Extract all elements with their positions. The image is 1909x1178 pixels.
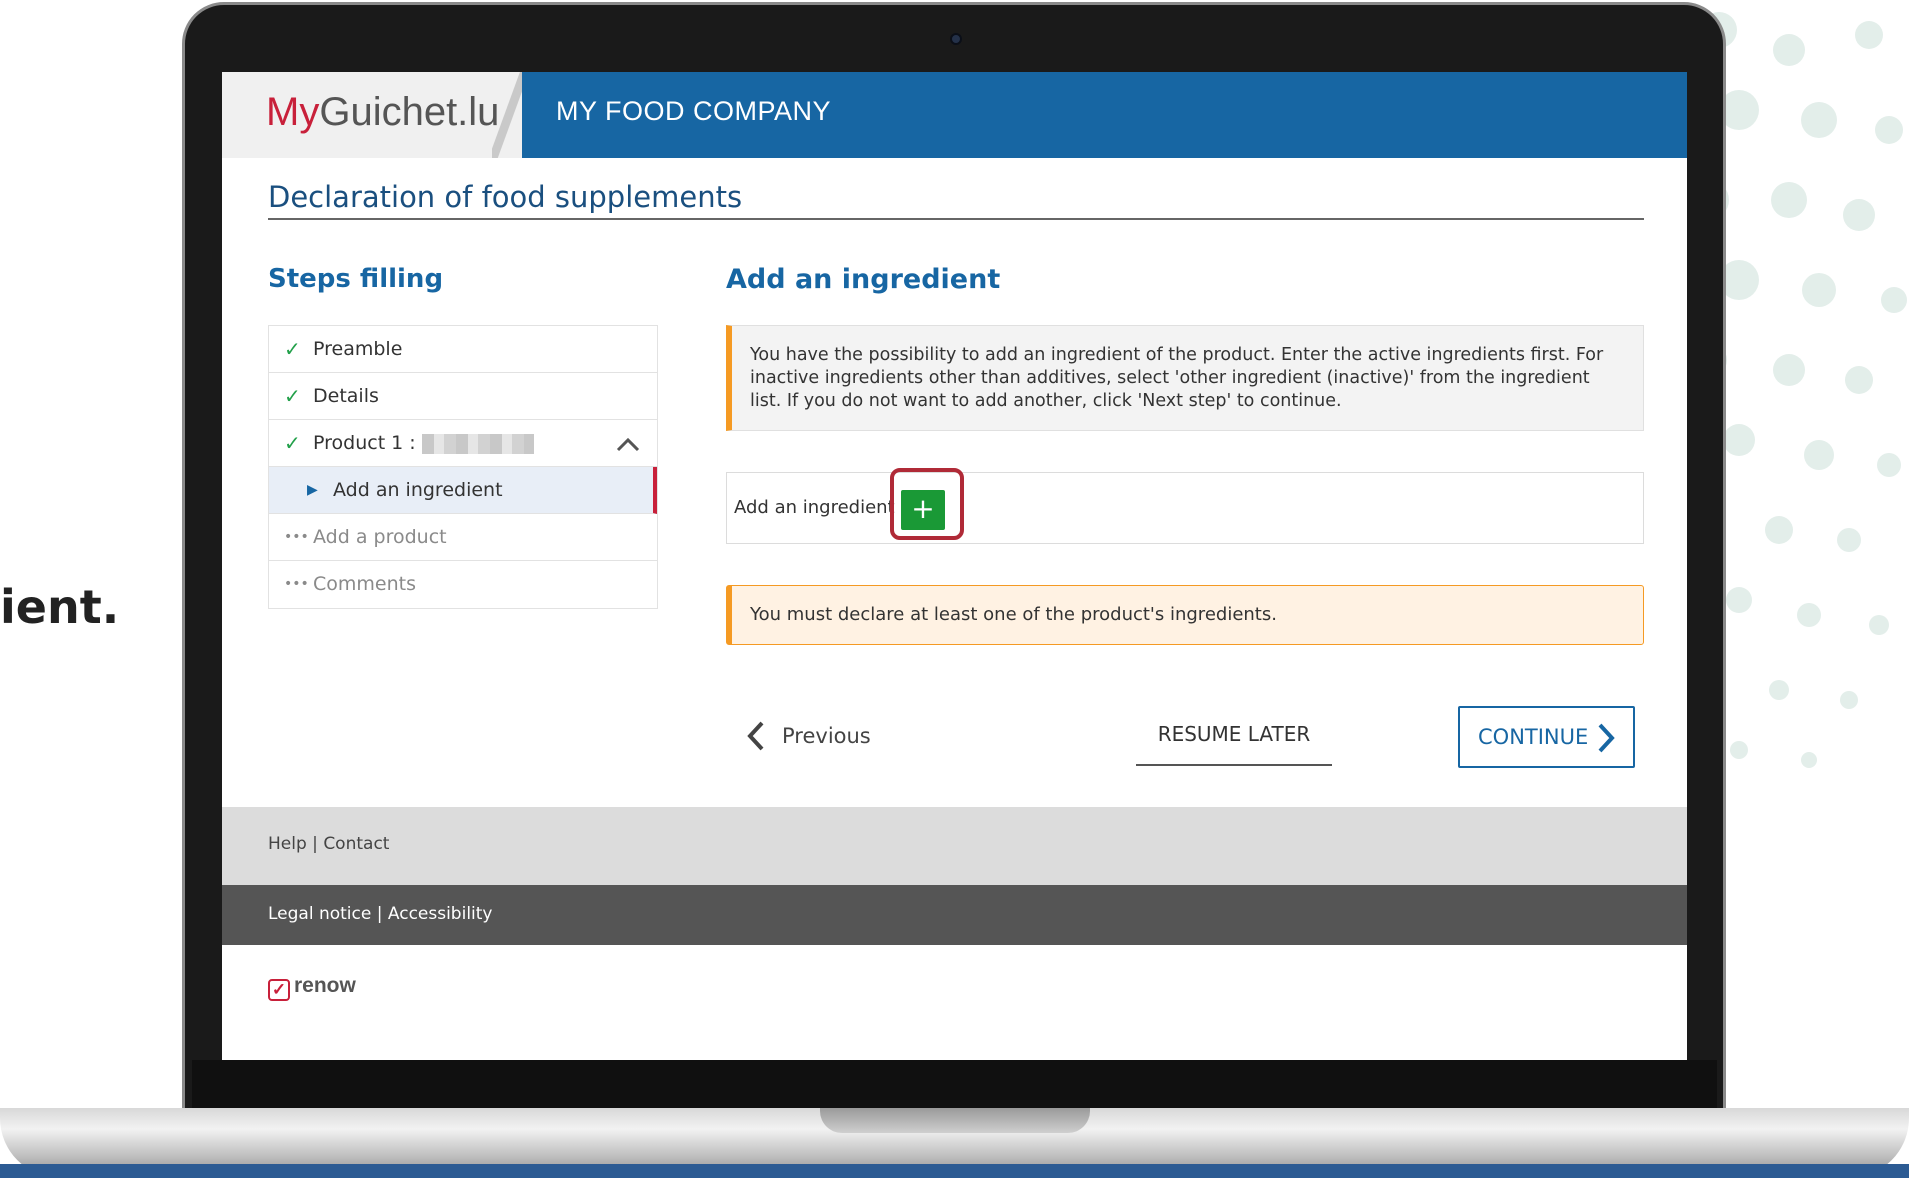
logo-rest: Guichet.lu <box>319 90 500 134</box>
step-label: Add a product <box>313 526 447 548</box>
caret-right-icon: ▶ <box>307 482 318 498</box>
chevron-left-icon <box>747 721 764 751</box>
step-label: Details <box>313 385 379 407</box>
accessibility-link[interactable]: Accessibility <box>388 904 493 924</box>
redacted-product-name <box>421 433 534 454</box>
separator: | <box>312 834 318 854</box>
previous-button[interactable]: Previous <box>742 714 871 758</box>
logo-prefix: My <box>266 90 320 134</box>
footer-help: Help | Contact <box>222 807 1687 885</box>
check-icon: ✓ <box>284 431 301 455</box>
footer-help-links: Help | Contact <box>268 834 389 854</box>
add-ingredient-button[interactable]: + <box>901 490 945 530</box>
step-add-ingredient[interactable]: ▶ Add an ingredient <box>269 467 657 514</box>
continue-button[interactable]: CONTINUE <box>1458 706 1635 768</box>
company-name: MY FOOD COMPANY <box>556 96 832 126</box>
step-add-product: ••• Add a product <box>269 514 657 561</box>
step-comments: ••• Comments <box>269 561 657 608</box>
check-icon: ✓ <box>284 337 301 361</box>
steps-list: ✓ Preamble ✓ Details ✓ Product 1 : ▶ Add… <box>268 325 658 609</box>
chevron-right-icon <box>1598 723 1615 753</box>
section-title: Add an ingredient <box>726 264 1001 295</box>
side-caption-fragment: ient. <box>0 580 120 634</box>
warning-message: You must declare at least one of the pro… <box>726 585 1644 645</box>
continue-label: CONTINUE <box>1478 725 1589 749</box>
help-link[interactable]: Help <box>268 834 307 854</box>
browser-screen: MyGuichet.lu MY FOOD COMPANY Declaration… <box>222 72 1687 1060</box>
decorative-stripe <box>0 1164 1909 1178</box>
app-header: MyGuichet.lu MY FOOD COMPANY <box>222 72 1687 158</box>
footer-legal-links: Legal notice | Accessibility <box>268 904 493 924</box>
ellipsis-icon: ••• <box>284 529 309 545</box>
check-icon: ✓ <box>284 384 301 408</box>
previous-label: Previous <box>782 724 871 748</box>
ellipsis-icon: ••• <box>284 576 309 592</box>
step-preamble[interactable]: ✓ Preamble <box>269 326 657 373</box>
info-message: You have the possibility to add an ingre… <box>726 325 1644 431</box>
contact-link[interactable]: Contact <box>323 834 389 854</box>
footer-legal: Legal notice | Accessibility <box>222 885 1687 945</box>
renow-check-icon: ✓ <box>268 979 290 1001</box>
step-details[interactable]: ✓ Details <box>269 373 657 420</box>
step-label: Product 1 : <box>313 432 416 454</box>
step-product-1[interactable]: ✓ Product 1 : <box>269 420 657 467</box>
steps-title: Steps filling <box>268 264 444 294</box>
step-label: Add an ingredient <box>333 479 503 501</box>
screen-bezel-bottom <box>192 1060 1717 1112</box>
chevron-up-icon[interactable] <box>615 432 641 458</box>
renow-logo: ✓ renow <box>268 974 356 1001</box>
add-ingredient-label: Add an ingredient <box>734 497 895 518</box>
renow-brand: renow <box>294 974 356 997</box>
laptop-notch <box>820 1108 1090 1133</box>
add-ingredient-row: Add an ingredient + <box>726 468 1644 544</box>
step-label: Preamble <box>313 338 403 360</box>
title-divider <box>268 218 1644 220</box>
resume-later-button[interactable]: RESUME LATER <box>1136 704 1332 766</box>
webcam <box>950 33 962 45</box>
legal-notice-link[interactable]: Legal notice <box>268 904 371 924</box>
myguichet-logo[interactable]: MyGuichet.lu <box>266 90 499 135</box>
page-title: Declaration of food supplements <box>268 180 743 214</box>
step-label: Comments <box>313 573 416 595</box>
separator: | <box>376 904 383 924</box>
